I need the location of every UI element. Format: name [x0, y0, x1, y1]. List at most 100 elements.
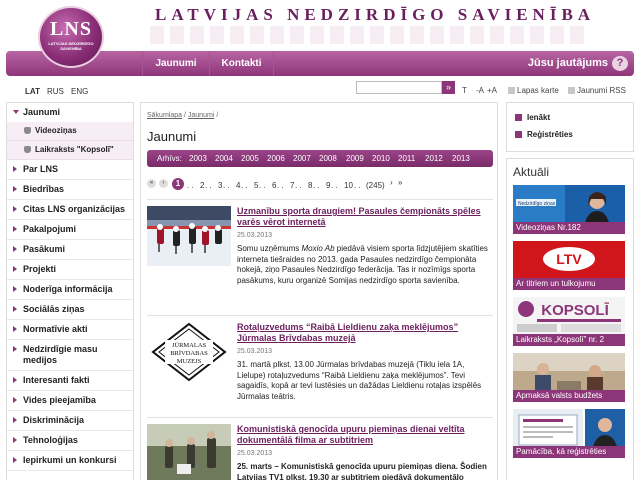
article-date: 25.03.2013: [237, 232, 273, 239]
arrow-right-icon: [13, 246, 17, 252]
rss-label: Jaunumi RSS: [577, 86, 626, 95]
question-icon[interactable]: ?: [612, 56, 628, 71]
article-title[interactable]: Komunistiskā genocīda upuru piemiņas die…: [237, 424, 465, 445]
sidebar-item-label: Sociālās ziņas: [23, 304, 85, 314]
documentary-photo[interactable]: [147, 424, 231, 480]
archive-year[interactable]: 2008: [319, 154, 337, 163]
archive-year[interactable]: 2005: [241, 154, 259, 163]
sidebar-item-accessibility[interactable]: Vides pieejamība: [7, 391, 133, 411]
sidebar-item-label: Laikraksts "Kopsolī": [35, 145, 114, 154]
arrow-right-icon: [13, 226, 17, 232]
page-link[interactable]: 3: [218, 181, 222, 190]
sidebar-item-technologies[interactable]: Tehnoloģijas: [7, 431, 133, 451]
hockey-photo[interactable]: [147, 206, 231, 266]
archive-bar: Arhīvs: 2003 2004 2005 2006 2007 2008 20…: [147, 150, 493, 167]
sidebar-item-facts[interactable]: Interesanti fakti: [7, 371, 133, 391]
sidebar-item-social-news[interactable]: Sociālās ziņas: [7, 300, 133, 320]
sidebar-item-regulations[interactable]: Normatīvie akti: [7, 320, 133, 340]
page-link[interactable]: 2: [200, 181, 204, 190]
page-link[interactable]: 10: [344, 181, 353, 190]
tile-newspaper[interactable]: KOPSOLĪ Laikraksts „Kopsolī” nr. 2: [513, 297, 625, 346]
breadcrumb-news[interactable]: Jaunumi: [188, 112, 214, 119]
sidebar-item-services[interactable]: Pakalpojumi: [7, 220, 133, 240]
tile-caption: Ar titriem un tulkojumu: [513, 278, 625, 290]
museum-logo[interactable]: JŪRMALAS BRĪVDABAS MUZEJS: [147, 322, 231, 382]
archive-year[interactable]: 2011: [398, 154, 415, 163]
sitemap-link[interactable]: Lapas karte: [508, 86, 559, 95]
archive-year[interactable]: 2003: [189, 154, 207, 163]
archive-year[interactable]: 2007: [293, 154, 311, 163]
page-link[interactable]: 7: [290, 181, 294, 190]
article-date: 25.03.2013: [237, 450, 273, 457]
archive-year[interactable]: 2009: [346, 154, 364, 163]
sidebar-item-label: Iepirkumi un konkursi: [23, 455, 117, 465]
page-link[interactable]: 9: [326, 181, 330, 190]
sidebar-item-label: Projekti: [23, 264, 57, 274]
lns-logo[interactable]: LNS LATVIJAS NEDZIRDĪGO SAVIENĪBA: [38, 6, 104, 68]
sidebar-item-events[interactable]: Pasākumi: [7, 240, 133, 260]
article-title[interactable]: Rotaļuzvedums “Raibā Lieldienu zaķa mekl…: [237, 322, 458, 343]
sidebar-subitem-video-news[interactable]: Videoziņas: [7, 122, 133, 141]
sidebar-item-other-orgs[interactable]: Citas LNS organizācijas: [7, 200, 133, 220]
highlights-panel: Aktuāli Nedzirdīgo ziņas Videoziņas Nr.1…: [506, 158, 634, 480]
last-page-button[interactable]: »: [398, 178, 402, 187]
sidebar-item-mass-media[interactable]: Nedzirdīgie masu medijos: [7, 340, 133, 371]
sidebar-item-procurement[interactable]: Iepirkumi un konkursi: [7, 451, 133, 471]
arrow-right-icon: [13, 457, 17, 463]
archive-year[interactable]: 2012: [425, 154, 443, 163]
sidebar-item-news[interactable]: Jaunumi: [7, 103, 133, 122]
search-input[interactable]: [356, 81, 442, 94]
tile-video-news[interactable]: Nedzirdīgo ziņas Videoziņas Nr.182: [513, 185, 625, 234]
page-link[interactable]: 4: [236, 181, 240, 190]
tile-ltv[interactable]: LTV Ar titriem un tulkojumu: [513, 241, 625, 290]
breadcrumb-home[interactable]: Sākumlapa: [147, 112, 182, 119]
page-link-last[interactable]: (245): [366, 181, 385, 190]
nav-news[interactable]: Jaunumi: [142, 51, 210, 76]
archive-year[interactable]: 2006: [267, 154, 285, 163]
page-separator: . .: [205, 181, 212, 190]
sidebar-item-label: Vides pieejamība: [23, 395, 96, 405]
company-name: Moxio Ab: [301, 244, 335, 253]
arrow-right-icon: [13, 397, 17, 403]
arrow-right-icon: [13, 437, 17, 443]
lang-rus[interactable]: RUS: [47, 87, 64, 96]
museum-logo-line: MUZEJS: [177, 358, 202, 365]
arrow-right-icon: [13, 377, 17, 383]
rss-link[interactable]: Jaunumi RSS: [568, 86, 626, 95]
tile-state-budget[interactable]: Apmaksā valsts budžets: [513, 353, 625, 402]
search-button[interactable]: »: [442, 81, 455, 94]
sidebar-item-projects[interactable]: Projekti: [7, 260, 133, 280]
first-page-button[interactable]: «: [147, 179, 156, 188]
tile-registration-guide[interactable]: Pamācība, kā reģistrēties: [513, 409, 625, 458]
nav-contacts[interactable]: Kontakti: [210, 51, 274, 76]
article-title[interactable]: Uzmanību sporta draugiem! Pasaules čempi…: [237, 206, 481, 227]
lang-eng[interactable]: ENG: [71, 87, 88, 96]
page-link[interactable]: 6: [272, 181, 276, 190]
sidebar-item-about[interactable]: Par LNS: [7, 160, 133, 180]
font-larger-button[interactable]: +A: [487, 86, 497, 95]
previous-page-button[interactable]: ‹: [159, 179, 168, 188]
sidebar-subitem-newspaper[interactable]: Laikraksts "Kopsolī": [7, 141, 133, 160]
sidebar-item-label: Par LNS: [23, 164, 59, 174]
archive-year[interactable]: 2004: [215, 154, 233, 163]
next-page-button[interactable]: ›: [390, 178, 393, 187]
nav-your-question[interactable]: Jūsu jautājums: [528, 51, 608, 76]
sidebar-item-discrimination[interactable]: Diskriminācija: [7, 411, 133, 431]
tile-caption: Pamācība, kā reģistrēties: [513, 446, 625, 458]
page-link[interactable]: 5: [254, 181, 258, 190]
page-link[interactable]: 8: [308, 181, 312, 190]
archive-year[interactable]: 2013: [452, 154, 470, 163]
tile-caption: Laikraksts „Kopsolī” nr. 2: [513, 334, 625, 346]
arrow-down-icon: [13, 110, 19, 114]
sidebar-item-useful-info[interactable]: Noderīga informācija: [7, 280, 133, 300]
archive-year[interactable]: 2010: [372, 154, 390, 163]
lang-lat[interactable]: LAT: [25, 87, 40, 96]
font-smaller-button[interactable]: -A: [476, 86, 484, 95]
login-link[interactable]: Ienākt: [515, 113, 550, 122]
sidebar-item-societies[interactable]: Biedrības: [7, 180, 133, 200]
register-link[interactable]: Reģistrēties: [515, 130, 573, 139]
article-date: 25.03.2013: [237, 348, 273, 355]
key-icon: [515, 131, 522, 138]
page-separator: . .: [295, 181, 302, 190]
tile-caption: Apmaksā valsts budžets: [513, 390, 625, 402]
